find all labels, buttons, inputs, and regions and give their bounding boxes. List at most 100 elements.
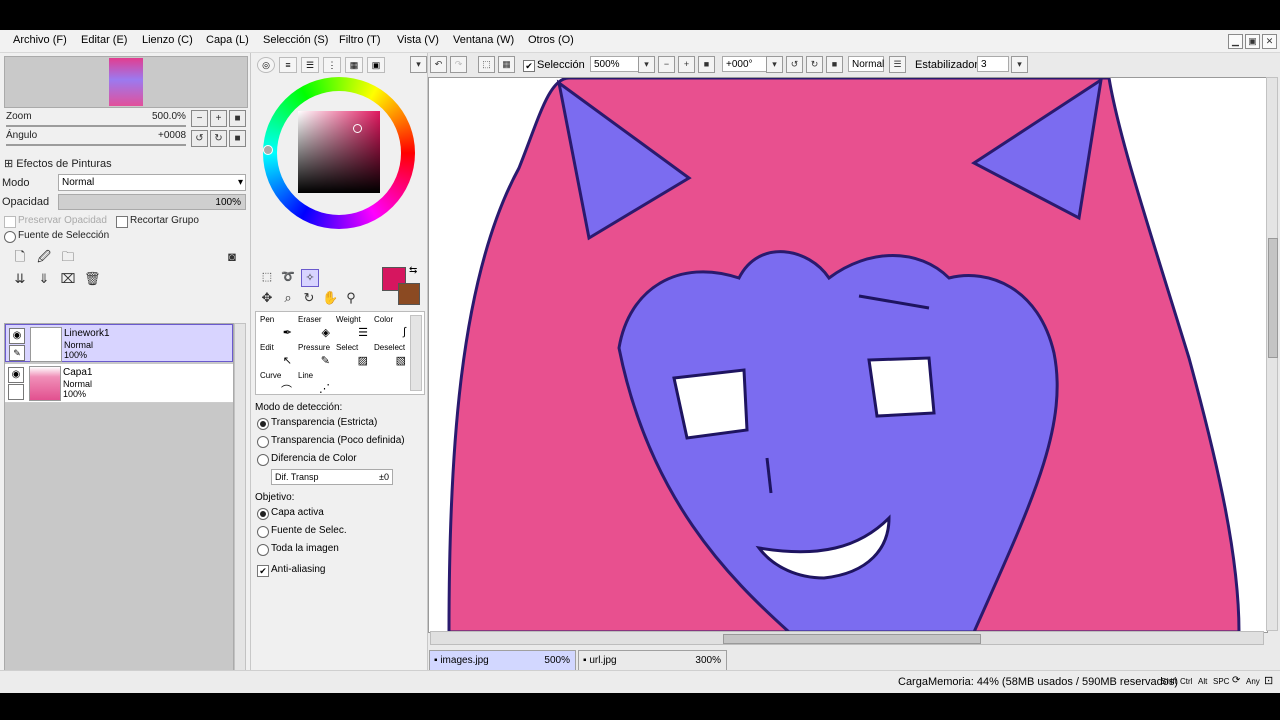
selection-source-radio[interactable] [4, 231, 16, 243]
doc-tab-images[interactable]: ▪ images.jpg 500% [429, 650, 576, 672]
delete-layer-icon[interactable]: 🗑 [84, 271, 101, 287]
canvas-vscroll-thumb[interactable] [1268, 238, 1278, 358]
saturation-value-square[interactable] [298, 111, 380, 193]
tool-color[interactable]: Color ∫ [372, 314, 410, 342]
angle-field[interactable]: +000° [722, 56, 768, 72]
rotate-ccw-icon[interactable]: ↺ [786, 56, 803, 73]
rotate-reset-button[interactable]: ■ [229, 130, 246, 147]
redo-icon[interactable]: ↷ [450, 56, 467, 73]
blend-mode-select[interactable]: Normal ▾ [58, 174, 246, 191]
hue-cursor[interactable] [263, 145, 273, 155]
zoom-icon[interactable]: ⌕ [280, 290, 296, 306]
canvas-vscroll[interactable] [1266, 77, 1278, 631]
merge-down-icon[interactable]: ⇓ [36, 271, 52, 287]
detection-strict-radio[interactable] [257, 418, 269, 430]
tool-pen[interactable]: Pen ✒ [258, 314, 296, 342]
color-wheel-tab[interactable]: ◎ [257, 57, 275, 73]
swap-colors-icon[interactable]: ⇆ [409, 265, 417, 276]
menu-ventana[interactable]: Ventana (W) [453, 34, 514, 46]
target-selection-source-radio[interactable] [257, 526, 269, 538]
opacity-slider[interactable]: 100% [58, 194, 246, 210]
eyedropper-icon[interactable]: ⚲ [343, 290, 359, 306]
swatch-tab[interactable]: ⋮ [323, 57, 341, 73]
tool-weight[interactable]: Weight ☰ [334, 314, 372, 342]
target-active-layer-radio[interactable] [257, 508, 269, 520]
tool-select[interactable]: Select ▨ [334, 342, 372, 370]
doc-tab-url[interactable]: ▪ url.jpg 300% [578, 650, 727, 672]
paint-effects-title[interactable]: ⊞ Efectos de Pinturas [4, 157, 112, 170]
maximize-button[interactable]: ▣ [1245, 34, 1260, 49]
tool-deselect[interactable]: Deselect ▧ [372, 342, 410, 370]
rgb-slider-tab[interactable]: ≡ [279, 57, 297, 73]
rect-select-icon[interactable]: ⬚ [259, 269, 275, 285]
zoom-in-button[interactable]: + [210, 110, 227, 127]
menu-capa[interactable]: Capa (L) [206, 34, 249, 46]
tool-eraser[interactable]: Eraser ◈ [296, 314, 334, 342]
move-icon[interactable]: ✥ [259, 290, 275, 306]
minimize-button[interactable]: ▁ [1228, 34, 1243, 49]
stabilizer-field[interactable]: 3 [977, 56, 1009, 72]
zoom-slider[interactable] [6, 125, 186, 127]
canvas-hscroll-thumb[interactable] [723, 634, 981, 644]
preserve-opacity-checkbox[interactable] [4, 216, 16, 228]
zoom-in-icon[interactable]: + [678, 56, 695, 73]
rotate-cw-icon[interactable]: ↻ [806, 56, 823, 73]
canvas[interactable] [428, 77, 1268, 633]
zoom-out-button[interactable]: − [191, 110, 208, 127]
panel-toggle-icon[interactable]: ▾ [410, 56, 427, 73]
zoom-dropdown-icon[interactable]: ▾ [638, 56, 655, 73]
menu-lienzo[interactable]: Lienzo (C) [142, 34, 193, 46]
rotate-left-button[interactable]: ↺ [191, 130, 208, 147]
rotate-right-button[interactable]: ↻ [210, 130, 227, 147]
layer-linework1[interactable]: ◉ ✎ Linework1 Normal 100% [5, 324, 233, 362]
sv-cursor[interactable] [353, 124, 362, 133]
layer-mask-icon[interactable]: ◙ [224, 249, 240, 265]
pen-icon[interactable]: ✎ [9, 345, 25, 361]
tolerance-field[interactable]: Dif. Transp ±0 [271, 469, 393, 485]
tool-edit[interactable]: Edit ↖ [258, 342, 296, 370]
color-wheel[interactable] [263, 77, 415, 229]
zoom-reset-icon[interactable]: ■ [698, 56, 715, 73]
lasso-icon[interactable]: ➰ [280, 269, 296, 285]
zoom-field[interactable]: 500% [590, 56, 640, 72]
new-linework-layer-icon[interactable]: 🖉 [36, 249, 52, 265]
tool-line[interactable]: Line ⋰ [296, 370, 334, 398]
close-button[interactable]: ✕ [1262, 34, 1277, 49]
menu-filtro[interactable]: Filtro (T) [339, 34, 381, 46]
hand-icon[interactable]: ✋ [322, 290, 338, 306]
zoom-reset-button[interactable]: ■ [229, 110, 246, 127]
undo-icon[interactable]: ↶ [430, 56, 447, 73]
menu-archivo[interactable]: Archivo (F) [13, 34, 67, 46]
layer-capa1[interactable]: ◉ Capa1 Normal 100% [5, 364, 233, 403]
magic-wand-icon[interactable]: ✧ [301, 269, 319, 287]
new-layer-icon[interactable]: 🗋 [12, 249, 28, 265]
lock-slot[interactable] [8, 384, 24, 400]
transfer-down-icon[interactable]: ⇊ [12, 271, 28, 287]
menu-otros[interactable]: Otros (O) [528, 34, 574, 46]
menu-vista[interactable]: Vista (V) [397, 34, 439, 46]
pad-tab[interactable]: ▣ [367, 57, 385, 73]
clear-layer-icon[interactable]: ⌧ [60, 271, 76, 287]
canvas-hscroll[interactable] [430, 631, 1264, 645]
angle-dropdown-icon[interactable]: ▾ [766, 56, 783, 73]
target-whole-image-radio[interactable] [257, 544, 269, 556]
angle-slider[interactable] [6, 144, 186, 146]
hsv-slider-tab[interactable]: ☰ [301, 57, 319, 73]
eye-icon[interactable]: ◉ [8, 367, 24, 383]
show-selection-checkbox[interactable]: ✔ [523, 60, 535, 72]
new-folder-icon[interactable]: 🗀 [60, 249, 76, 265]
menu-seleccion[interactable]: Selección (S) [263, 34, 328, 46]
menu-editar[interactable]: Editar (E) [81, 34, 127, 46]
deselect-all-icon[interactable]: ⬚ [478, 56, 495, 73]
tool-grid-scrollbar[interactable] [410, 315, 422, 391]
rotate-icon[interactable]: ↻ [301, 290, 317, 306]
tool-pressure[interactable]: Pressure ✎ [296, 342, 334, 370]
rotate-reset-icon[interactable]: ■ [826, 56, 843, 73]
clip-group-checkbox[interactable] [116, 216, 128, 228]
layer-scrollbar[interactable] [234, 323, 246, 681]
zoom-out-icon[interactable]: − [658, 56, 675, 73]
flip-icon[interactable]: ☰ [889, 56, 906, 73]
blend-field[interactable]: Normal [848, 56, 884, 72]
stabilizer-dropdown-icon[interactable]: ▾ [1011, 56, 1028, 73]
tool-curve[interactable]: Curve ⌒ [258, 370, 296, 398]
